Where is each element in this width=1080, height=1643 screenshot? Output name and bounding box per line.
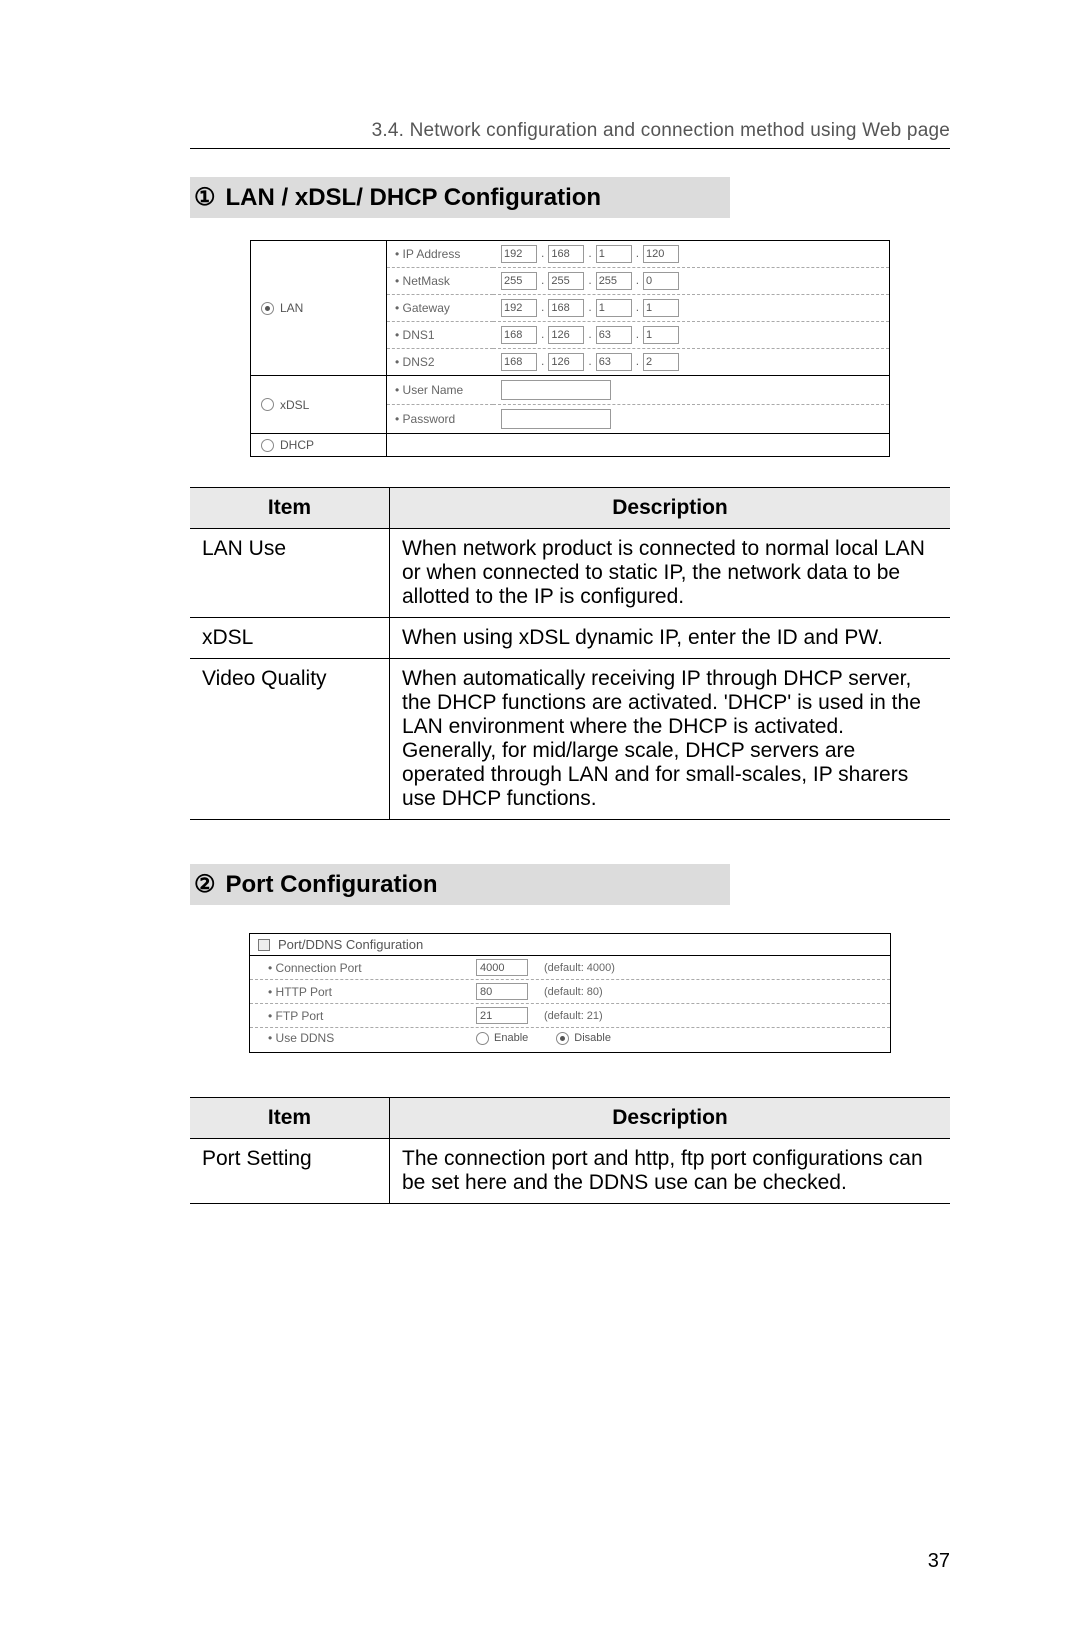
dns1-label: • DNS1: [387, 322, 493, 349]
cell-desc: The connection port and http, ftp port c…: [390, 1139, 951, 1204]
nm-3[interactable]: [596, 272, 632, 290]
gw-2[interactable]: [548, 299, 584, 317]
square-icon: [258, 939, 270, 951]
cell-item: Video Quality: [190, 659, 390, 820]
gw-3[interactable]: [596, 299, 632, 317]
radio-icon: [556, 1032, 569, 1045]
radio-icon: [261, 398, 274, 411]
username-input[interactable]: [501, 380, 611, 400]
dns2-2[interactable]: [548, 353, 584, 371]
cell-desc: When network product is connected to nor…: [390, 529, 951, 618]
gw-1[interactable]: [501, 299, 537, 317]
ddns-label: • Use DDNS: [268, 1031, 468, 1045]
radio-lan[interactable]: LAN: [261, 301, 376, 315]
ip-2[interactable]: [548, 245, 584, 263]
dns1-3[interactable]: [596, 326, 632, 344]
section-2-num: ②: [194, 870, 216, 899]
table-row: LAN Use When network product is connecte…: [190, 529, 950, 618]
lan-description-table: Item Description LAN Use When network pr…: [190, 487, 950, 820]
th-desc: Description: [390, 488, 951, 529]
table-row: xDSL When using xDSL dynamic IP, enter t…: [190, 618, 950, 659]
http-port-label: • HTTP Port: [268, 985, 468, 999]
dns2-1[interactable]: [501, 353, 537, 371]
header-rule: [190, 148, 950, 149]
password-label: • Password: [387, 405, 493, 434]
page-header: 3.4. Network configuration and connectio…: [190, 120, 950, 142]
page-number: 37: [928, 1550, 950, 1573]
section-1-title: ① LAN / xDSL/ DHCP Configuration: [190, 177, 730, 218]
conn-port-label: • Connection Port: [268, 961, 468, 975]
gateway-label: • Gateway: [387, 295, 493, 322]
port-description-table: Item Description Port Setting The connec…: [190, 1097, 950, 1204]
cell-item: LAN Use: [190, 529, 390, 618]
conn-port-hint: (default: 4000): [544, 962, 615, 974]
netmask-label: • NetMask: [387, 268, 493, 295]
ip-fields: ...: [493, 241, 889, 268]
radio-dhcp[interactable]: DHCP: [261, 438, 376, 452]
ftp-port-hint: (default: 21): [544, 1010, 603, 1022]
port-config-screenshot: Port/DDNS Configuration • Connection Por…: [249, 933, 891, 1053]
radio-icon: [476, 1032, 489, 1045]
ip-4[interactable]: [643, 245, 679, 263]
th-desc: Description: [390, 1098, 951, 1139]
http-port-input[interactable]: [476, 983, 528, 1000]
ftp-port-input[interactable]: [476, 1007, 528, 1024]
lan-config-screenshot: LAN • IP Address ... • NetMask ...: [250, 240, 890, 457]
section-2-title: ② Port Configuration: [190, 864, 730, 905]
radio-xdsl-label: xDSL: [280, 398, 309, 412]
document-page: 3.4. Network configuration and connectio…: [0, 0, 1080, 1643]
table-row: Port Setting The connection port and htt…: [190, 1139, 950, 1204]
ddns-disable[interactable]: Disable: [556, 1032, 611, 1045]
radio-icon: [261, 302, 274, 315]
dns2-3[interactable]: [596, 353, 632, 371]
dns1-4[interactable]: [643, 326, 679, 344]
radio-icon: [261, 439, 274, 452]
nm-1[interactable]: [501, 272, 537, 290]
ftp-port-label: • FTP Port: [268, 1009, 468, 1023]
dns2-4[interactable]: [643, 353, 679, 371]
radio-dhcp-label: DHCP: [280, 438, 314, 452]
cell-desc: When automatically receiving IP through …: [390, 659, 951, 820]
section-2-text: Port Configuration: [226, 871, 438, 898]
panel-title: Port/DDNS Configuration: [278, 937, 423, 952]
gw-4[interactable]: [643, 299, 679, 317]
dns1-1[interactable]: [501, 326, 537, 344]
ip-1[interactable]: [501, 245, 537, 263]
conn-port-input[interactable]: [476, 959, 528, 976]
ddns-enable-label: Enable: [494, 1032, 528, 1044]
section-1-num: ①: [194, 183, 216, 212]
ddns-enable[interactable]: Enable: [476, 1032, 528, 1045]
ip-label: • IP Address: [387, 241, 493, 268]
th-item: Item: [190, 488, 390, 529]
table-row: Video Quality When automatically receivi…: [190, 659, 950, 820]
dns2-label: • DNS2: [387, 349, 493, 376]
nm-4[interactable]: [643, 272, 679, 290]
cell-desc: When using xDSL dynamic IP, enter the ID…: [390, 618, 951, 659]
cell-item: Port Setting: [190, 1139, 390, 1204]
nm-2[interactable]: [548, 272, 584, 290]
section-1-text: LAN / xDSL/ DHCP Configuration: [226, 184, 602, 211]
password-input[interactable]: [501, 409, 611, 429]
radio-xdsl[interactable]: xDSL: [261, 398, 376, 412]
cell-item: xDSL: [190, 618, 390, 659]
panel-title-row: Port/DDNS Configuration: [250, 934, 890, 956]
ip-3[interactable]: [596, 245, 632, 263]
ddns-disable-label: Disable: [574, 1032, 611, 1044]
http-port-hint: (default: 80): [544, 986, 603, 998]
th-item: Item: [190, 1098, 390, 1139]
radio-lan-label: LAN: [280, 301, 303, 315]
username-label: • User Name: [387, 376, 493, 405]
dns1-2[interactable]: [548, 326, 584, 344]
